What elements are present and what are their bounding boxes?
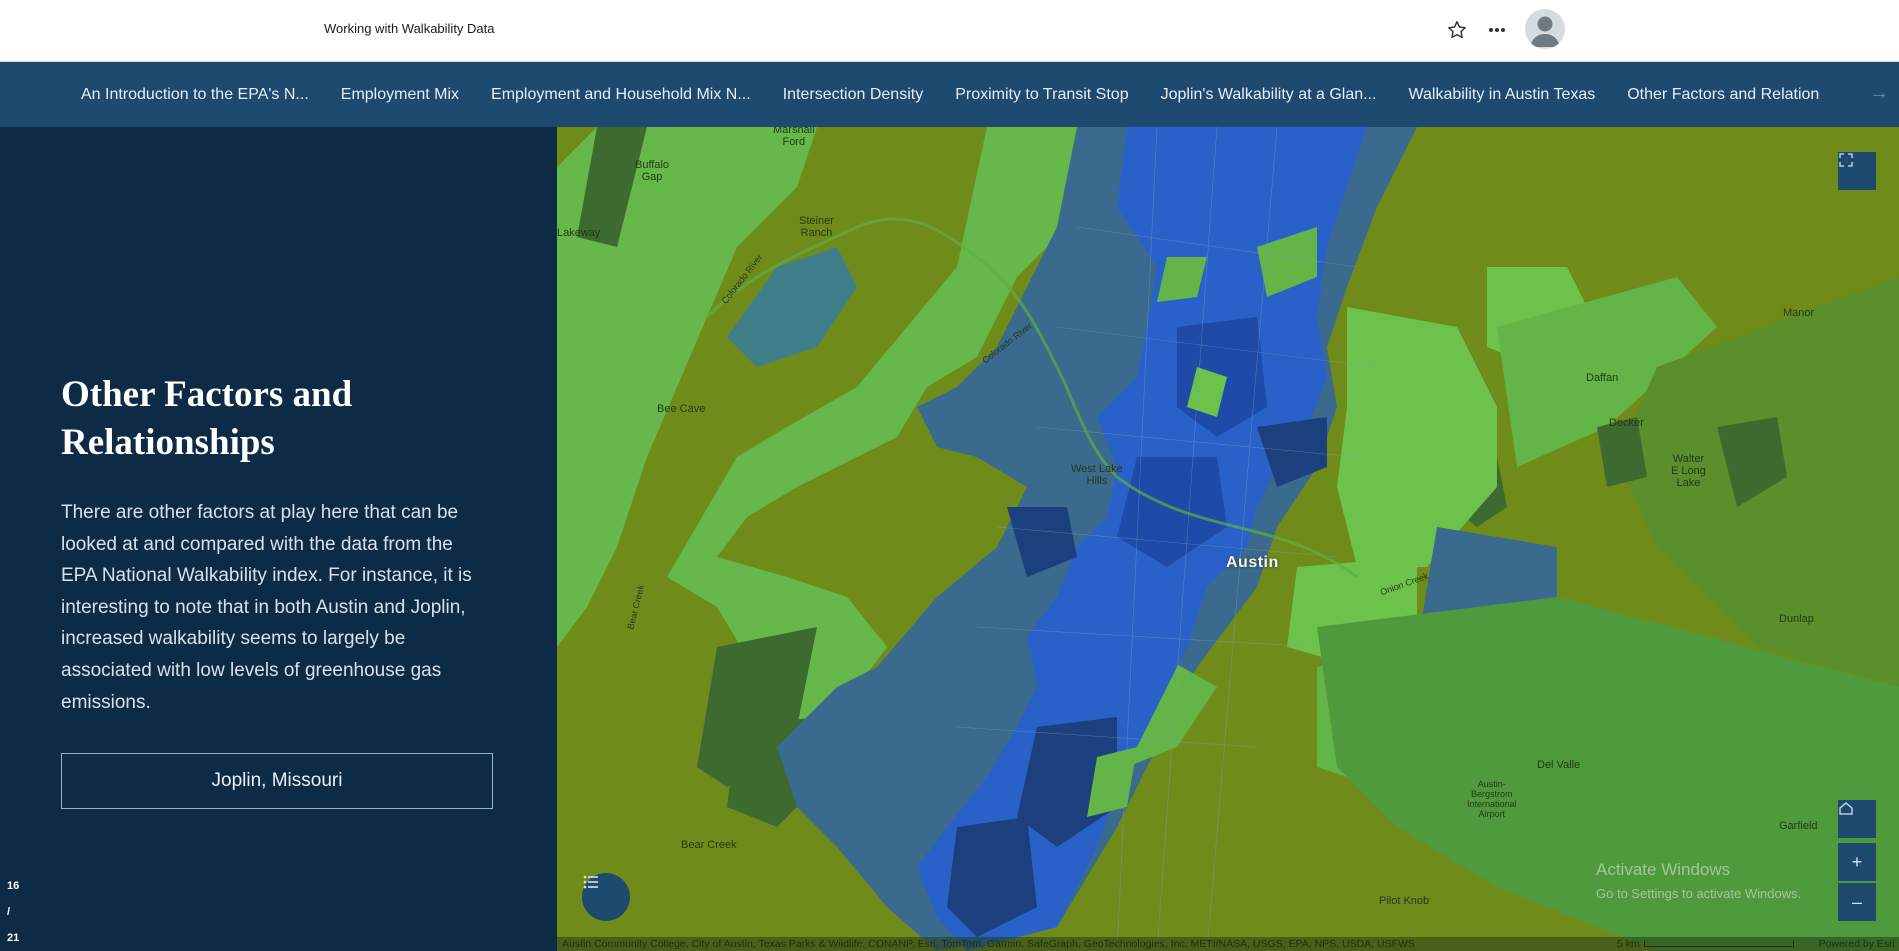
user-avatar[interactable] bbox=[1525, 9, 1565, 49]
powered-by-esri[interactable]: Powered by Esri bbox=[1819, 937, 1895, 951]
story-nav-bar: An Introduction to the EPA's N... Employ… bbox=[0, 62, 1899, 127]
map-canvas bbox=[557, 127, 1899, 951]
label-west-lake-hills: West Lake Hills bbox=[1071, 463, 1123, 487]
watermark-subtitle: Go to Settings to activate Windows. bbox=[1596, 886, 1802, 901]
scale-bar: 5 km bbox=[1617, 937, 1794, 951]
label-buffalo-gap: Buffalo Gap bbox=[635, 159, 670, 183]
tab-introduction[interactable]: An Introduction to the EPA's N... bbox=[81, 86, 309, 104]
label-garfield: Garfield bbox=[1779, 820, 1818, 832]
windows-activation-watermark: Activate Windows Go to Settings to activ… bbox=[1596, 860, 1801, 901]
label-bee-cave: Bee Cave bbox=[657, 403, 706, 415]
tab-proximity-transit[interactable]: Proximity to Transit Stop bbox=[955, 86, 1128, 104]
label-marshall-ford: Marshall Ford bbox=[773, 127, 815, 148]
tab-other-factors[interactable]: Other Factors and Relationships bbox=[1627, 86, 1819, 104]
joplin-missouri-button[interactable]: Joplin, Missouri bbox=[61, 753, 493, 809]
label-bear-creek: Bear Creek bbox=[681, 839, 737, 851]
label-austin: Austin bbox=[1226, 554, 1279, 571]
label-steiner-ranch: Steiner Ranch bbox=[799, 215, 834, 239]
favorite-star-icon[interactable] bbox=[1446, 19, 1468, 41]
legend-list-icon[interactable] bbox=[582, 873, 630, 921]
label-walter-e-long-lake: Walter E Long Lake bbox=[1671, 453, 1706, 489]
label-daffan: Daffan bbox=[1586, 372, 1619, 384]
label-dunlap: Dunlap bbox=[1779, 613, 1814, 625]
scale-label: 5 km bbox=[1617, 938, 1640, 950]
tab-austin-walkability[interactable]: Walkability in Austin Texas bbox=[1408, 86, 1595, 104]
zoom-out-button[interactable]: – bbox=[1838, 883, 1876, 921]
more-options-icon[interactable] bbox=[1486, 19, 1508, 41]
nav-next-arrow-icon[interactable]: → bbox=[1869, 82, 1889, 105]
tab-joplin-walkability[interactable]: Joplin's Walkability at a Glan... bbox=[1161, 86, 1377, 104]
nav-tab-list: An Introduction to the EPA's N... Employ… bbox=[81, 62, 1851, 127]
label-decker: Decker bbox=[1609, 417, 1644, 429]
narrative-panel: Other Factors and Relationships There ar… bbox=[0, 127, 557, 951]
walkability-map[interactable]: Marshall Ford Buffalo Gap Steiner Ranch Lak… bbox=[557, 127, 1899, 951]
label-del-valle: Del Valle bbox=[1537, 759, 1581, 771]
slide-counter-total: 21 bbox=[7, 932, 20, 944]
top-header: Working with Walkability Data bbox=[0, 0, 1899, 62]
watermark-title: Activate Windows bbox=[1596, 860, 1731, 879]
section-heading: Other Factors and Relationships bbox=[61, 374, 353, 463]
story-title: Working with Walkability Data bbox=[324, 21, 495, 36]
label-airport: Austin- Bergstrom International Airport bbox=[1467, 779, 1517, 819]
zoom-in-button[interactable]: + bbox=[1838, 843, 1876, 881]
tab-intersection-density[interactable]: Intersection Density bbox=[783, 86, 924, 104]
section-body: There are other factors at play here tha… bbox=[61, 502, 472, 713]
scale-bar-line bbox=[1643, 941, 1794, 948]
label-pilot-knob: Pilot Knob bbox=[1379, 895, 1430, 907]
slide-counter: 16 / 21 bbox=[7, 873, 27, 951]
slide-counter-current: 16 bbox=[7, 880, 20, 892]
label-lakeway: Lakeway bbox=[557, 227, 601, 239]
label-manor: Manor bbox=[1783, 307, 1815, 319]
home-icon[interactable] bbox=[1838, 800, 1876, 838]
fullscreen-icon[interactable] bbox=[1838, 152, 1876, 190]
tab-employment-household-mix[interactable]: Employment and Household Mix N... bbox=[491, 86, 751, 104]
slide-counter-separator: / bbox=[7, 906, 11, 918]
tab-employment-mix[interactable]: Employment Mix bbox=[341, 86, 459, 104]
